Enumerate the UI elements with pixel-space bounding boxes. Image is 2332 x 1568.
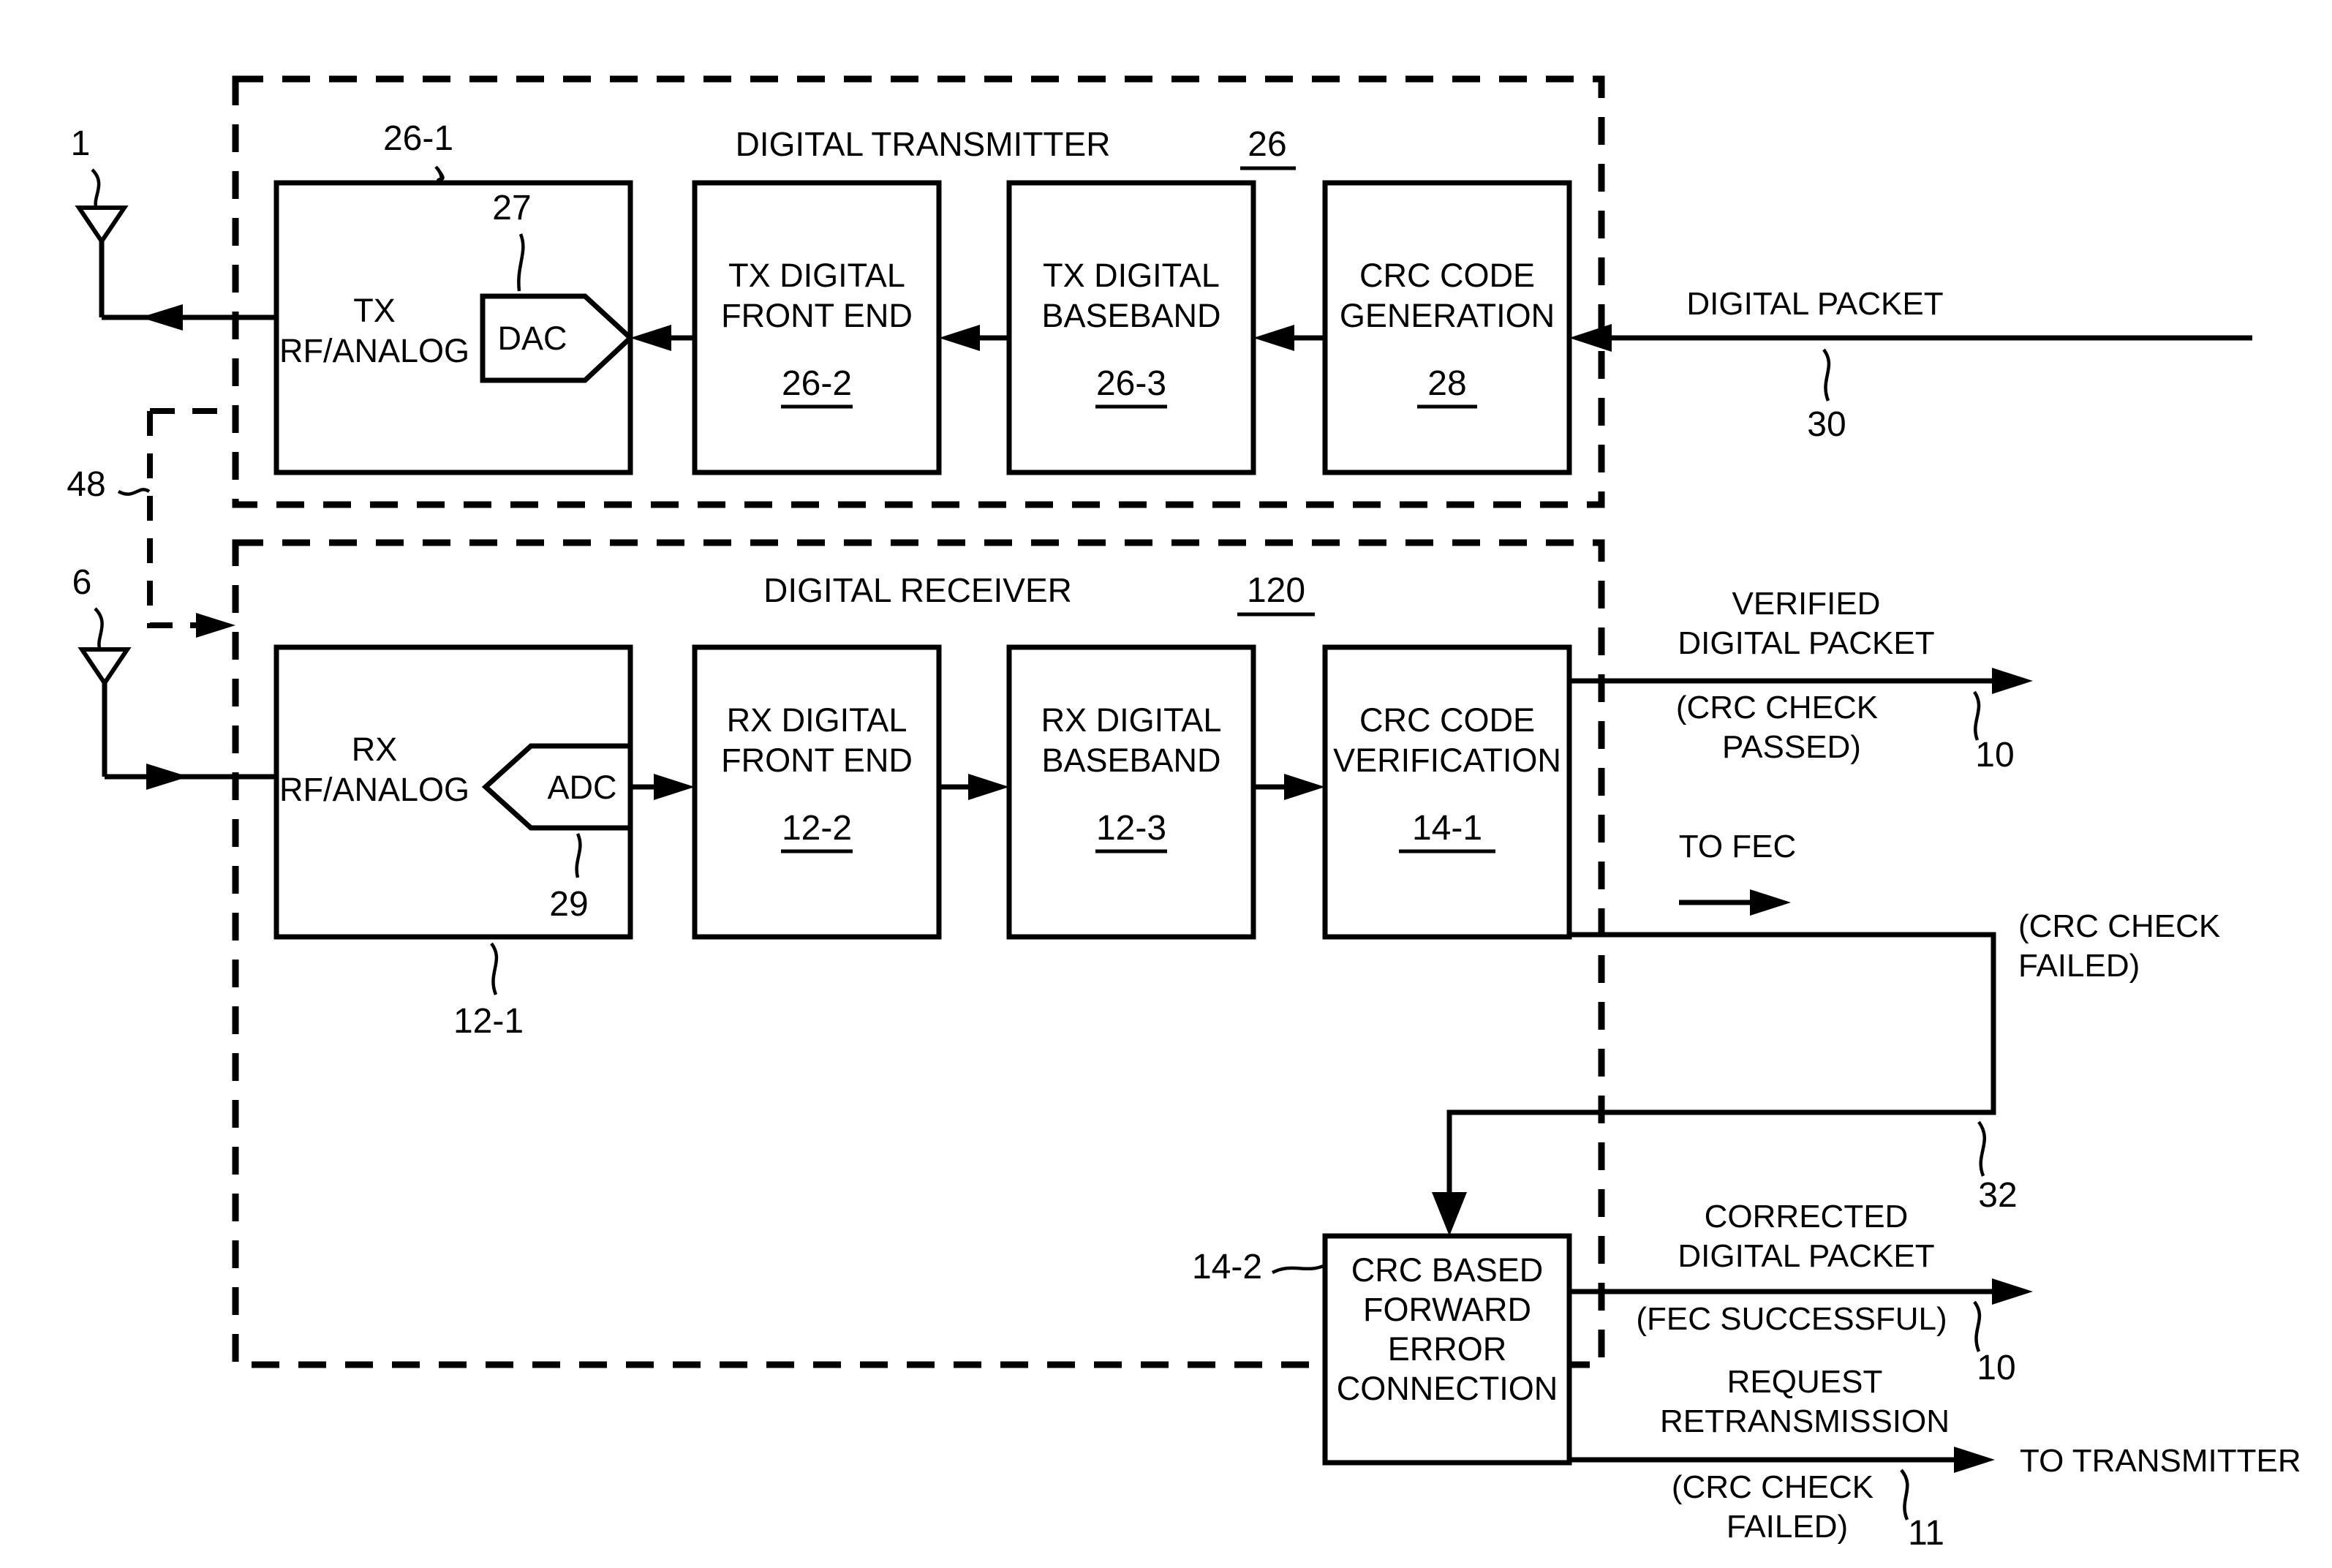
block-crc-code-verification[interactable] [1322,644,1572,940]
rx-rf-analog-line1: RX [352,731,398,768]
fec-line3: ERROR [1388,1330,1507,1368]
crc-ver-line2: VERIFICATION [1333,742,1561,779]
feedback-path-48 [117,408,235,638]
ref-adc: 29 [549,885,588,924]
tx-dfe-line2: FRONT END [721,297,913,334]
ref-corrected-packet: 10 [1977,1349,2015,1387]
corrected-packet-line2: DIGITAL PACKET [1678,1238,1934,1274]
ref-rx-antenna: 6 [72,563,92,602]
tx-antenna [75,168,278,331]
crc-gen-line1: CRC CODE [1359,257,1535,294]
verified-packet-line1: VERIFIED [1732,586,1881,622]
dac-label: DAC [497,320,567,357]
adc-label: ADC [547,769,616,806]
output-to-fec-path [1432,889,1996,1236]
tx-rf-analog-line1: TX [353,292,396,329]
ref-tx-rf-analog: 26-1 [383,119,453,158]
arrow-tx-dfe-to-dac [630,325,695,351]
label-digital-packet: DIGITAL PACKET [1686,286,1943,322]
to-fec-cond1: (CRC CHECK [2018,908,2220,944]
ref-transmitter-section: 26 [1248,125,1286,164]
rx-dfe-line2: FRONT END [721,742,913,779]
ref-feedback-48: 48 [67,465,105,504]
fec-line1: CRC BASED [1351,1251,1544,1289]
ref-fec-block: 14-2 [1192,1248,1262,1286]
ref-crc-gen: 28 [1427,364,1466,403]
receiver-section-label: DIGITAL RECEIVER [763,571,1072,609]
block-diagram: 1 TX RF/ANALOG 26-1 DAC 27 TX DIGITAL FR… [67,75,2301,1553]
arrow-tx-bb-to-dfe [939,325,1009,351]
to-transmitter-label: TO TRANSMITTER [2020,1443,2301,1479]
arrow-rxrf-to-rxdfe [630,774,695,800]
to-fec-label: TO FEC [1679,829,1797,864]
ref-tx-bb: 26-3 [1096,364,1166,403]
verified-packet-line2: DIGITAL PACKET [1678,625,1934,661]
ref-rx-dfe: 12-2 [782,809,852,848]
block-rx-digital-front-end[interactable] [692,644,942,940]
tx-rf-analog-line2: RF/ANALOG [279,332,469,369]
arrow-rxdfe-to-rxbb [939,774,1009,800]
ref-tx-dfe: 26-2 [782,364,852,403]
crc-gen-line2: GENERATION [1340,297,1555,334]
tx-bb-line1: TX DIGITAL [1043,257,1220,294]
ref-to-fec: 32 [1978,1176,2017,1215]
ref-digital-packet: 30 [1807,405,1846,444]
tx-bb-line2: BASEBAND [1041,297,1220,334]
rx-rf-analog-line2: RF/ANALOG [279,771,469,808]
rx-bb-line2: BASEBAND [1041,742,1220,779]
verified-packet-cond2: PASSED) [1722,729,1861,765]
fec-line4: CONNECTION [1337,1370,1558,1407]
corrected-packet-cond: (FEC SUCCESSFUL) [1636,1301,1947,1337]
ref-receiver-section: 120 [1247,571,1305,610]
verified-packet-cond1: (CRC CHECK [1676,690,1878,725]
request-retx-line1: REQUEST [1727,1364,1883,1400]
ref-request-retx: 11 [1908,1514,1944,1553]
fec-line2: FORWARD [1363,1291,1531,1328]
crc-ver-line1: CRC CODE [1359,701,1535,739]
ref-crc-ver: 14-1 [1412,809,1482,848]
ref-rx-bb: 12-3 [1096,809,1166,848]
rx-antenna [78,607,278,790]
digital-packet-input [1569,324,2252,402]
rx-dfe-line1: RX DIGITAL [727,701,907,739]
transmitter-section-label: DIGITAL TRANSMITTER [736,125,1111,163]
ref-rx-rf-analog: 12-1 [453,1002,524,1041]
ref-tx-antenna: 1 [71,124,91,163]
corrected-packet-line1: CORRECTED [1705,1199,1909,1235]
block-rx-digital-baseband[interactable] [1006,644,1256,940]
arrow-rxbb-to-crcver [1253,774,1325,800]
figure-canvas: 1 TX RF/ANALOG 26-1 DAC 27 TX DIGITAL FR… [0,0,2332,1568]
to-fec-cond2: FAILED) [2018,948,2140,984]
tx-dfe-line1: TX DIGITAL [728,257,905,294]
rx-bb-line1: RX DIGITAL [1041,701,1222,739]
ref-verified-packet: 10 [1975,736,2014,774]
arrow-crcgen-to-txbb [1253,325,1325,351]
request-retx-line2: RETRANSMISSION [1660,1403,1950,1439]
ref-dac: 27 [492,189,531,227]
request-retx-cond2: FAILED) [1727,1509,1848,1545]
request-retx-cond1: (CRC CHECK [1672,1469,1873,1505]
